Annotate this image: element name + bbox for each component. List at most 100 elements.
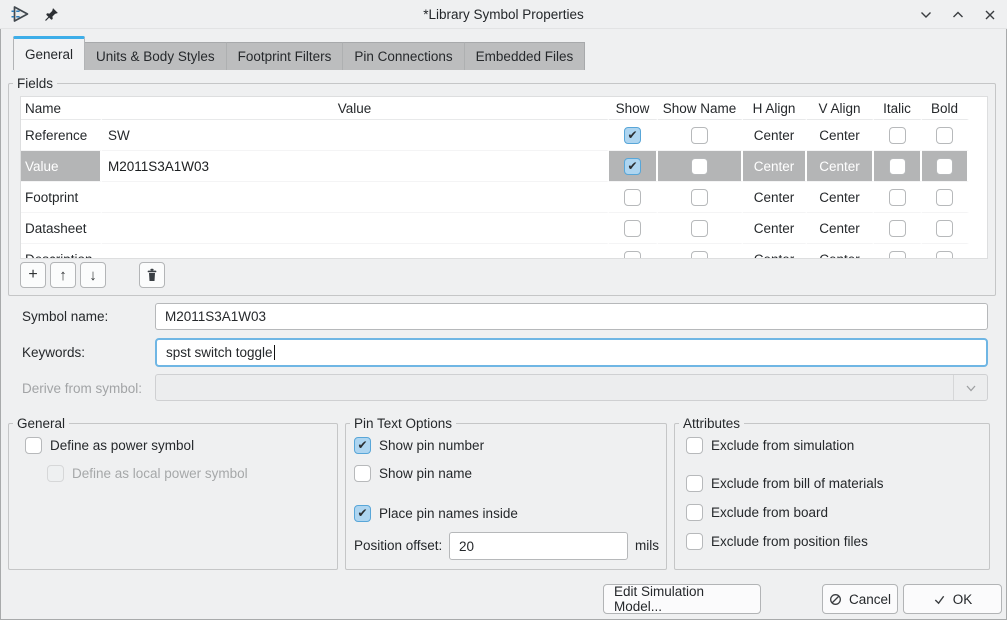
tab-general[interactable]: General: [13, 36, 85, 70]
italic-checkbox: [889, 189, 906, 206]
edit-simulation-model-button[interactable]: Edit Simulation Model...: [603, 584, 761, 614]
table-row-datasheet: Datasheet Center Center: [21, 213, 987, 244]
cancel-button[interactable]: Cancel: [822, 584, 898, 614]
symbol-name-input[interactable]: M2011S3A1W03: [155, 303, 988, 330]
field-name-cell[interactable]: Reference: [21, 120, 102, 151]
pin-text-options-group-label: Pin Text Options: [350, 415, 456, 432]
define-local-power-symbol-checkbox: [47, 465, 64, 482]
maximize-icon[interactable]: [949, 6, 967, 24]
field-value-cell[interactable]: [102, 182, 609, 213]
field-value-cell[interactable]: M2011S3A1W03: [102, 151, 609, 182]
exclude-from-position-files-option[interactable]: Exclude from position files: [686, 533, 868, 550]
italic-checkbox: [889, 220, 906, 237]
close-icon[interactable]: [981, 6, 999, 24]
table-row-footprint: Footprint Center Center: [21, 182, 987, 213]
place-pin-names-inside-option[interactable]: Place pin names inside: [354, 505, 518, 522]
table-row-value: Value M2011S3A1W03 Center Center: [21, 151, 987, 182]
h-align-cell[interactable]: Center: [743, 213, 807, 244]
field-name-cell[interactable]: Description: [21, 244, 102, 259]
show-checkbox: [624, 220, 641, 237]
show-checkbox-cell[interactable]: [609, 244, 658, 259]
show-name-checkbox: [691, 189, 708, 206]
field-value-cell[interactable]: [102, 213, 609, 244]
show-pin-number-checkbox: [354, 437, 371, 454]
tab-footprint-filters[interactable]: Footprint Filters: [227, 42, 344, 70]
show-checkbox-cell[interactable]: [609, 151, 658, 182]
exclude-from-simulation-checkbox: [686, 437, 703, 454]
field-value-cell[interactable]: [102, 244, 609, 259]
v-align-cell[interactable]: Center: [807, 120, 874, 151]
show-checkbox: [624, 127, 641, 144]
delete-field-button[interactable]: [139, 262, 165, 288]
v-align-cell[interactable]: Center: [807, 182, 874, 213]
tab-units-body-styles[interactable]: Units & Body Styles: [85, 42, 227, 70]
cancel-icon: [829, 593, 842, 606]
h-align-cell[interactable]: Center: [743, 151, 807, 182]
show-pin-name-option[interactable]: Show pin name: [354, 465, 472, 482]
v-align-cell[interactable]: Center: [807, 213, 874, 244]
show-checkbox: [624, 251, 641, 260]
v-align-cell[interactable]: Center: [807, 151, 874, 182]
exclude-from-bom-checkbox: [686, 475, 703, 492]
field-name-cell[interactable]: Footprint: [21, 182, 102, 213]
exclude-from-bom-option[interactable]: Exclude from bill of materials: [686, 475, 884, 492]
tab-embedded-files[interactable]: Embedded Files: [465, 42, 586, 70]
show-name-checkbox-cell[interactable]: [658, 213, 743, 244]
field-name-cell[interactable]: Datasheet: [21, 213, 102, 244]
bold-checkbox-cell[interactable]: [922, 151, 969, 182]
v-align-cell[interactable]: Center: [807, 244, 874, 259]
h-align-cell[interactable]: Center: [743, 120, 807, 151]
h-align-cell[interactable]: Center: [743, 244, 807, 259]
move-up-button[interactable]: ↑: [50, 262, 76, 288]
field-value-cell[interactable]: SW: [102, 120, 609, 151]
bold-checkbox: [936, 220, 953, 237]
field-name-cell[interactable]: Value: [21, 151, 102, 182]
bold-checkbox-cell[interactable]: [922, 182, 969, 213]
bold-checkbox-cell[interactable]: [922, 213, 969, 244]
show-checkbox-cell[interactable]: [609, 213, 658, 244]
bold-checkbox: [936, 189, 953, 206]
col-header-show-name: Show Name: [658, 97, 743, 120]
attributes-group: Attributes Exclude from simulation Exclu…: [674, 423, 990, 570]
table-row-reference: Reference SW Center Center: [21, 120, 987, 151]
define-power-symbol-checkbox: [25, 437, 42, 454]
move-down-button[interactable]: ↓: [80, 262, 106, 288]
show-name-checkbox-cell[interactable]: [658, 120, 743, 151]
position-offset-label: Position offset:: [354, 538, 442, 553]
show-name-checkbox: [691, 127, 708, 144]
chevron-down-icon: [953, 375, 987, 400]
add-field-button[interactable]: +: [20, 262, 46, 288]
fields-group: Fields Name Value Show Show Name H Align…: [8, 83, 996, 296]
italic-checkbox-cell[interactable]: [874, 120, 922, 151]
show-checkbox-cell[interactable]: [609, 120, 658, 151]
fields-table: Name Value Show Show Name H Align V Alig…: [20, 96, 988, 259]
italic-checkbox-cell[interactable]: [874, 151, 922, 182]
show-name-checkbox-cell[interactable]: [658, 244, 743, 259]
window-title: *Library Symbol Properties: [0, 7, 1007, 22]
general-group: General Define as power symbol Define as…: [8, 423, 338, 570]
exclude-from-board-option[interactable]: Exclude from board: [686, 504, 828, 521]
attributes-group-label: Attributes: [679, 415, 744, 432]
minimize-icon[interactable]: [917, 6, 935, 24]
italic-checkbox-cell[interactable]: [874, 182, 922, 213]
keywords-input[interactable]: spst switch toggle: [155, 338, 988, 367]
derive-from-symbol-select: [155, 374, 988, 401]
arrow-down-icon: ↓: [89, 267, 97, 284]
h-align-cell[interactable]: Center: [743, 182, 807, 213]
bold-checkbox-cell[interactable]: [922, 120, 969, 151]
italic-checkbox-cell[interactable]: [874, 244, 922, 259]
tab-pin-connections[interactable]: Pin Connections: [343, 42, 464, 70]
ok-button[interactable]: OK: [903, 584, 1002, 614]
show-checkbox-cell[interactable]: [609, 182, 658, 213]
exclude-from-simulation-option[interactable]: Exclude from simulation: [686, 437, 854, 454]
bold-checkbox: [936, 158, 953, 175]
italic-checkbox-cell[interactable]: [874, 213, 922, 244]
show-pin-number-option[interactable]: Show pin number: [354, 437, 484, 454]
col-header-italic: Italic: [874, 97, 922, 120]
fields-toolbar: + ↑ ↓: [20, 262, 169, 288]
show-name-checkbox-cell[interactable]: [658, 151, 743, 182]
position-offset-input[interactable]: 20: [449, 532, 628, 560]
define-power-symbol-option[interactable]: Define as power symbol: [25, 437, 194, 454]
show-name-checkbox-cell[interactable]: [658, 182, 743, 213]
bold-checkbox-cell[interactable]: [922, 244, 969, 259]
